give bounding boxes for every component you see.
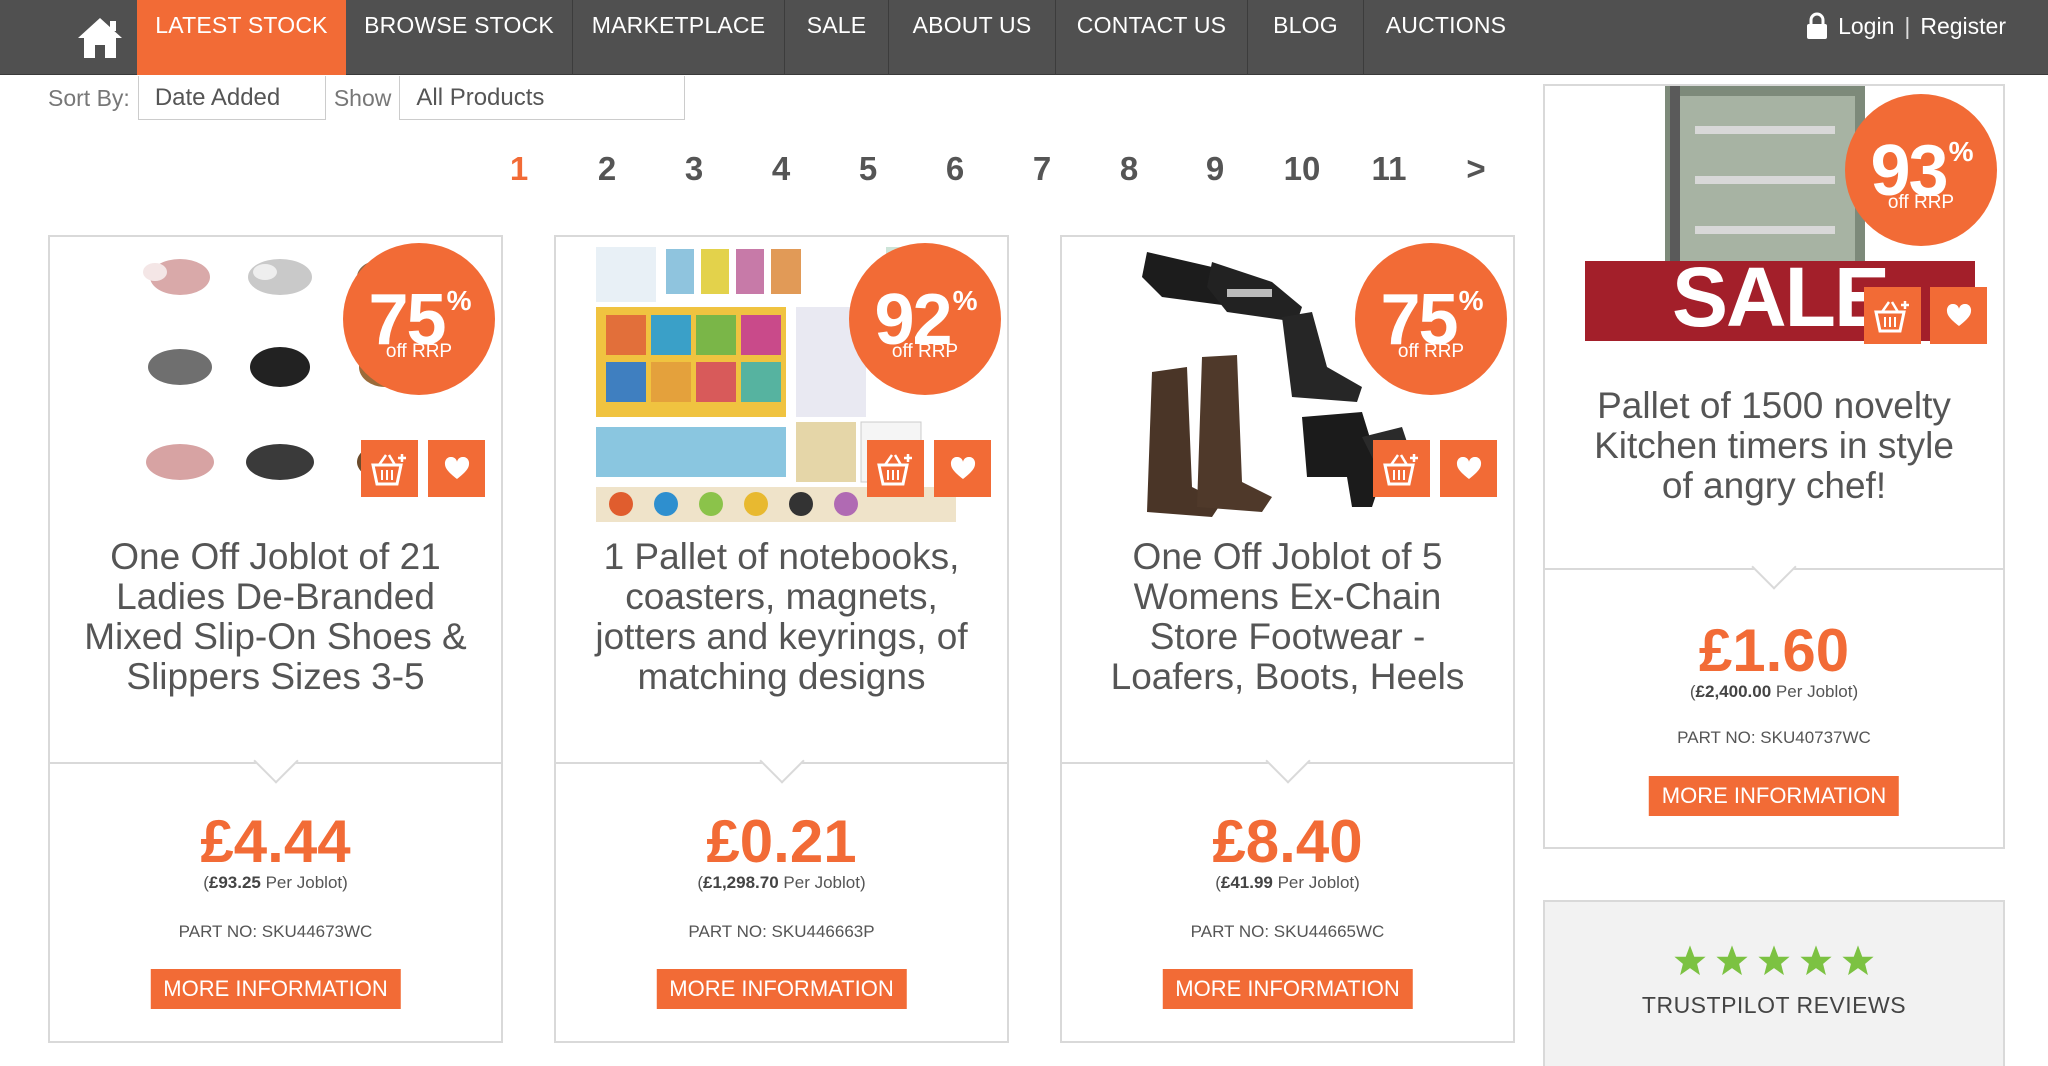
card-notch xyxy=(1264,738,1311,784)
add-to-basket-button[interactable] xyxy=(867,440,924,497)
page-1[interactable]: 1 xyxy=(510,150,528,188)
star-icon xyxy=(1674,945,1706,976)
part-number: PART NO: SKU40737WC xyxy=(1677,728,1871,747)
joblot-price: (£41.99 Per Joblot) xyxy=(1215,873,1360,892)
page-7[interactable]: 7 xyxy=(1033,150,1051,188)
card-notch xyxy=(1751,544,1797,590)
nav-about-us[interactable]: ABOUT US xyxy=(888,0,1055,75)
sale-banner-text: SALE xyxy=(1672,250,1888,344)
home-icon xyxy=(78,17,122,58)
trustpilot-widget[interactable]: TRUSTPILOT REVIEWS xyxy=(1543,900,2005,1066)
register-link[interactable]: Register xyxy=(1920,13,2006,40)
page-3[interactable]: 3 xyxy=(685,150,703,188)
off-rrp-label: off RRP xyxy=(891,341,959,362)
heart-icon xyxy=(1456,456,1481,479)
wishlist-button[interactable] xyxy=(428,440,485,497)
joblot-price: (£1,298.70 Per Joblot) xyxy=(697,873,866,892)
nav-blog[interactable]: BLOG xyxy=(1247,0,1363,75)
show-label: Show xyxy=(333,84,392,111)
product-title[interactable]: 1 Pallet of notebooks, coasters, magnets… xyxy=(586,537,977,697)
more-information-button[interactable]: MORE INFORMATION xyxy=(1162,969,1413,1009)
basket-add-icon xyxy=(370,453,406,485)
login-link[interactable]: Login xyxy=(1838,13,1894,40)
sort-by-select[interactable]: Date Added xyxy=(137,76,326,120)
trustpilot-label: TRUSTPILOT REVIEWS xyxy=(1641,992,1907,1018)
next-page[interactable]: > xyxy=(1466,150,1485,188)
page-2[interactable]: 2 xyxy=(598,150,616,188)
product-card[interactable]: 75% off RRP One Off Joblot of 5 Womens E… xyxy=(1060,235,1515,1043)
home-button[interactable] xyxy=(64,0,136,75)
product-card[interactable]: 92% off RRP 1 Pallet of notebooks, coast… xyxy=(554,235,1009,1043)
nav-contact-us[interactable]: CONTACT US xyxy=(1055,0,1247,75)
discount-badge: 75% off RRP xyxy=(1355,243,1507,395)
add-to-basket-button[interactable] xyxy=(1864,287,1921,344)
star-icon xyxy=(1842,945,1874,976)
basket-add-icon xyxy=(876,453,912,485)
discount-badge: 92% off RRP xyxy=(849,243,1001,395)
basket-add-icon xyxy=(1382,453,1418,485)
more-information-button[interactable]: MORE INFORMATION xyxy=(1648,776,1900,816)
add-to-basket-button[interactable] xyxy=(1373,440,1430,497)
heart-icon xyxy=(1946,303,1971,326)
wishlist-button[interactable] xyxy=(934,440,991,497)
basket-add-icon xyxy=(1873,300,1909,332)
nav-marketplace[interactable]: MARKETPLACE xyxy=(572,0,784,75)
rating-stars xyxy=(1545,944,2003,978)
nav-sale[interactable]: SALE xyxy=(784,0,888,75)
sort-bar: Sort By: Date Added Show All Products xyxy=(48,76,686,120)
nav-latest-stock[interactable]: LATEST STOCK xyxy=(137,0,346,75)
page-4[interactable]: 4 xyxy=(772,150,790,188)
wishlist-button[interactable] xyxy=(1930,287,1987,344)
star-icon xyxy=(1716,945,1748,976)
percent-sign: % xyxy=(1948,136,1974,167)
product-title[interactable]: One Off Joblot of 5 Womens Ex-Chain Stor… xyxy=(1092,537,1483,697)
sort-by-label: Sort By: xyxy=(48,84,130,111)
page-10[interactable]: 10 xyxy=(1284,150,1321,188)
joblot-price: (£93.25 Per Joblot) xyxy=(203,873,348,892)
page-9[interactable]: 9 xyxy=(1206,150,1224,188)
star-icon xyxy=(1800,945,1832,976)
card-notch xyxy=(252,738,299,784)
product-price: £0.21 xyxy=(706,808,857,875)
percent-sign: % xyxy=(446,285,472,316)
discount-badge: 93% off RRP xyxy=(1845,94,1997,246)
off-rrp-label: off RRP xyxy=(1887,192,1955,213)
top-nav: LATEST STOCK BROWSE STOCK MARKETPLACE SA… xyxy=(0,0,2048,75)
off-rrp-label: off RRP xyxy=(1397,341,1465,362)
product-title[interactable]: One Off Joblot of 21 Ladies De-Branded M… xyxy=(80,537,471,697)
nav-browse-stock[interactable]: BROWSE STOCK xyxy=(346,0,572,75)
nav-auctions[interactable]: AUCTIONS xyxy=(1363,0,1528,75)
sidebar-product-card[interactable]: SALE 93% off RRP Pallet of 1500 novelty … xyxy=(1543,84,2005,849)
page-5[interactable]: 5 xyxy=(859,150,877,188)
account-links: Login | Register xyxy=(1806,12,2006,40)
product-price: £8.40 xyxy=(1212,808,1363,875)
heart-icon xyxy=(444,456,469,479)
product-title[interactable]: Pallet of 1500 novelty Kitchen timers in… xyxy=(1575,386,1973,506)
login-separator: | xyxy=(1904,12,1911,39)
joblot-price: (£2,400.00 Per Joblot) xyxy=(1689,682,1859,701)
wishlist-button[interactable] xyxy=(1440,440,1497,497)
page-8[interactable]: 8 xyxy=(1120,150,1138,188)
lock-icon xyxy=(1807,12,1828,39)
product-price: £1.60 xyxy=(1698,617,1850,684)
discount-badge: 75% off RRP xyxy=(343,243,495,395)
page-6[interactable]: 6 xyxy=(946,150,964,188)
card-notch xyxy=(758,738,805,784)
percent-sign: % xyxy=(1458,285,1484,316)
off-rrp-label: off RRP xyxy=(385,341,453,362)
page-11[interactable]: 11 xyxy=(1372,150,1407,188)
show-select[interactable]: All Products xyxy=(399,76,686,120)
add-to-basket-button[interactable] xyxy=(361,440,418,497)
pagination: 1 2 3 4 5 6 7 8 9 10 11 > xyxy=(495,150,1495,196)
part-number: PART NO: SKU44665WC xyxy=(1190,922,1385,941)
part-number: PART NO: SKU44673WC xyxy=(178,922,373,941)
star-icon xyxy=(1758,945,1790,976)
percent-sign: % xyxy=(952,285,978,316)
more-information-button[interactable]: MORE INFORMATION xyxy=(150,969,401,1009)
product-price: £4.44 xyxy=(200,808,351,875)
heart-icon xyxy=(950,456,975,479)
product-card[interactable]: 75% off RRP One Off Joblot of 21 Ladies … xyxy=(48,235,503,1043)
part-number: PART NO: SKU446663P xyxy=(688,922,875,941)
more-information-button[interactable]: MORE INFORMATION xyxy=(656,969,907,1009)
